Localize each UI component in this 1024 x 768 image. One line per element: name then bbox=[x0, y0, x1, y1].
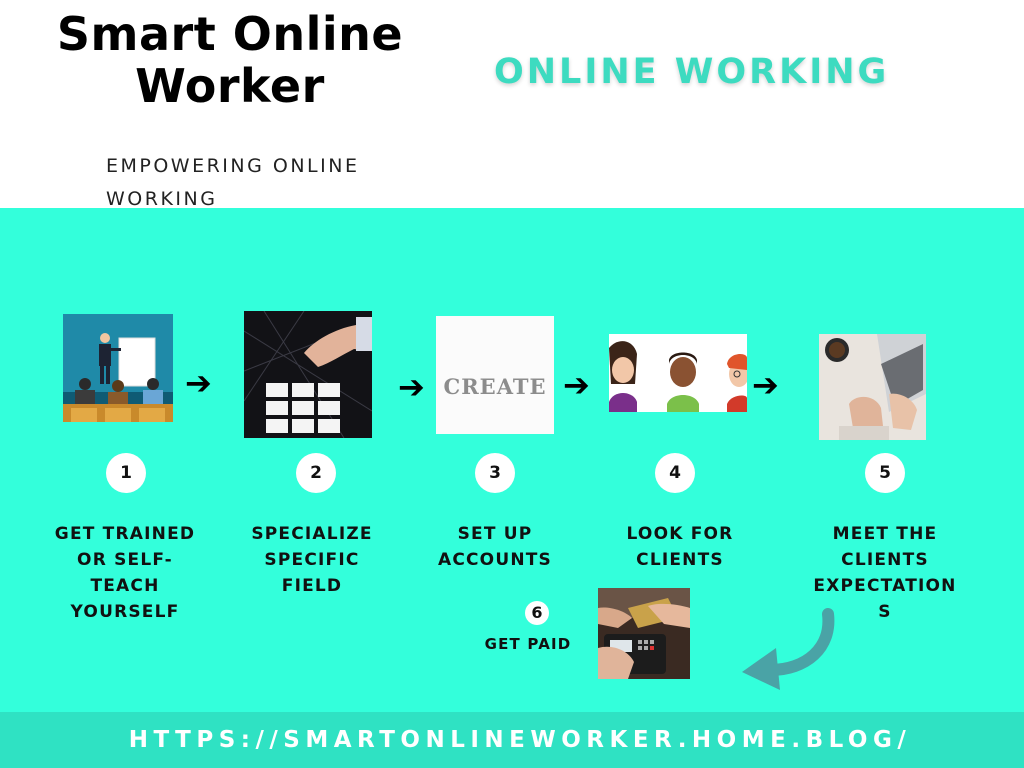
step-number-3: 3 bbox=[475, 453, 515, 493]
arrow-right-icon: ➔ bbox=[752, 366, 779, 404]
step-number-2: 2 bbox=[296, 453, 336, 493]
step-number-4: 4 bbox=[655, 453, 695, 493]
step-number-5: 5 bbox=[865, 453, 905, 493]
step-label-6: GET PAID bbox=[484, 635, 572, 653]
blog-url-link[interactable]: HTTPS://SMARTONLINEWORKER.HOME.BLOG/ bbox=[0, 727, 1024, 753]
step-number-6: 6 bbox=[525, 601, 549, 625]
step-label-3: SET UP ACCOUNTS bbox=[437, 524, 553, 570]
step-label-1: GET TRAINED OR SELF- TEACH YOURSELF bbox=[54, 524, 196, 622]
card-payment-image bbox=[598, 588, 690, 679]
typing-laptop-image bbox=[819, 334, 926, 440]
hand-placing-block-image bbox=[244, 311, 372, 438]
step-number-1: 1 bbox=[106, 453, 146, 493]
create-word-image: CREATE bbox=[436, 316, 554, 434]
curved-arrow-icon bbox=[736, 608, 840, 694]
presentation-image bbox=[63, 314, 173, 422]
step-label-2: SPECIALIZE SPECIFIC FIELD bbox=[251, 524, 373, 596]
step-label-4: LOOK FOR CLIENTS bbox=[626, 524, 734, 570]
brand-title: Smart Online Worker bbox=[56, 7, 404, 113]
brand-tagline: EMPOWERING ONLINE WORKING bbox=[106, 155, 360, 210]
people-avatars-image bbox=[609, 334, 747, 412]
arrow-right-icon: ➔ bbox=[185, 364, 212, 402]
create-word-text: CREATE bbox=[443, 374, 547, 399]
headline: ONLINE WORKING bbox=[494, 52, 890, 92]
arrow-right-icon: ➔ bbox=[563, 366, 590, 404]
arrow-right-icon: ➔ bbox=[398, 368, 425, 406]
